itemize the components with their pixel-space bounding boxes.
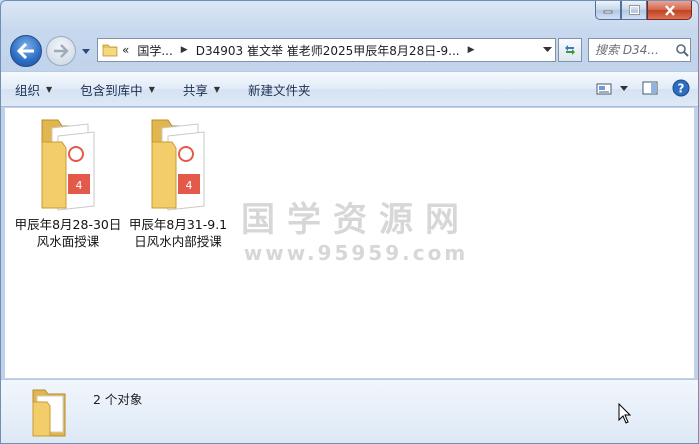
chevron-down-icon: [620, 86, 628, 91]
share-label: 共享: [182, 82, 208, 98]
watermark-line1: 国学资源网: [241, 200, 471, 240]
back-button[interactable]: [10, 35, 42, 67]
minimize-button[interactable]: [595, 1, 621, 20]
help-button[interactable]: ?: [672, 79, 690, 100]
item-count: 2 个对象: [93, 392, 143, 407]
forward-arrow-icon: [54, 44, 69, 58]
folder-with-pdf-icon: 4: [151, 119, 205, 211]
folder-icon: [102, 44, 118, 57]
new-folder-label: 新建文件夹: [248, 82, 311, 98]
address-dropdown-button[interactable]: [539, 39, 555, 61]
address-bar[interactable]: « 国学... ▶ D34903 崔文举 崔老师2025甲辰年8月28日-9..…: [97, 38, 556, 62]
share-menu[interactable]: 共享 ▼: [169, 72, 234, 106]
chevron-down-icon: ▼: [213, 84, 221, 94]
explorer-window: « 国学... ▶ D34903 崔文举 崔老师2025甲辰年8月28日-9..…: [0, 0, 699, 444]
folder-item[interactable]: 4 甲辰年8月28-30日风水面授课: [13, 114, 123, 250]
new-folder-button[interactable]: 新建文件夹: [234, 72, 325, 106]
chevron-down-icon: [542, 47, 552, 52]
close-icon: [664, 4, 675, 16]
breadcrumb-overflow[interactable]: «: [122, 43, 129, 57]
close-button[interactable]: [647, 1, 692, 20]
search-input[interactable]: [595, 43, 675, 57]
forward-button[interactable]: [46, 36, 76, 66]
breadcrumb: « 国学... ▶ D34903 崔文举 崔老师2025甲辰年8月28日-9..…: [118, 42, 539, 59]
preview-pane-button[interactable]: [642, 81, 658, 98]
svg-text:4: 4: [76, 179, 83, 192]
minimize-icon: [603, 10, 613, 14]
details-pane: 2 个对象: [1, 379, 698, 443]
folder-with-pdf-icon: 4: [41, 119, 95, 211]
chevron-down-icon: ▼: [46, 84, 53, 94]
recent-pages-button[interactable]: [81, 45, 91, 59]
toolbar-right: ?: [596, 72, 690, 106]
watermark: 国学资源网 www.95959.com: [241, 192, 471, 265]
svg-text:?: ?: [678, 81, 685, 95]
file-name: 甲辰年8月28-30日风水面授课: [14, 217, 122, 249]
chevron-down-icon: [82, 49, 90, 54]
breadcrumb-separator-icon[interactable]: ▶: [468, 45, 475, 55]
file-list[interactable]: 4 甲辰年8月28-30日风水面授课 4 甲辰年8月31-9.1日风水内部授课 …: [5, 108, 694, 378]
back-arrow-icon: [17, 43, 34, 59]
view-icon: [596, 83, 612, 95]
navigation-bar: « 国学... ▶ D34903 崔文举 崔老师2025甲辰年8月28日-9..…: [1, 33, 698, 67]
command-toolbar: 组织 ▼ 包含到库中 ▼ 共享 ▼ 新建文件夹 ?: [1, 71, 698, 107]
breadcrumb-item[interactable]: D34903 崔文举 崔老师2025甲辰年8月28日-9...: [196, 42, 460, 59]
chevron-down-icon: ▼: [148, 84, 155, 94]
include-in-library-label: 包含到库中: [80, 82, 143, 98]
caption-buttons: [595, 1, 692, 21]
folder-item[interactable]: 4 甲辰年8月31-9.1日风水内部授课: [123, 114, 233, 250]
watermark-line2: www.95959.com: [243, 241, 469, 265]
folder-icon: [32, 389, 66, 437]
help-icon: ?: [672, 79, 690, 96]
change-view-button[interactable]: [596, 83, 628, 95]
maximize-button[interactable]: [621, 1, 647, 20]
mouse-cursor-icon: [618, 403, 632, 424]
organize-label: 组织: [15, 82, 41, 98]
breadcrumb-separator-icon[interactable]: ▶: [181, 45, 188, 55]
file-name: 甲辰年8月31-9.1日风水内部授课: [128, 217, 228, 249]
refresh-button[interactable]: [558, 38, 582, 62]
svg-text:4: 4: [186, 179, 193, 192]
maximize-icon: [628, 5, 640, 15]
include-in-library-menu[interactable]: 包含到库中 ▼: [66, 72, 169, 106]
organize-menu[interactable]: 组织 ▼: [1, 72, 66, 106]
preview-pane-icon: [642, 81, 658, 94]
breadcrumb-item[interactable]: 国学...: [137, 42, 172, 59]
search-box[interactable]: [588, 38, 691, 62]
search-icon[interactable]: [675, 43, 689, 57]
refresh-icon: [565, 45, 575, 55]
